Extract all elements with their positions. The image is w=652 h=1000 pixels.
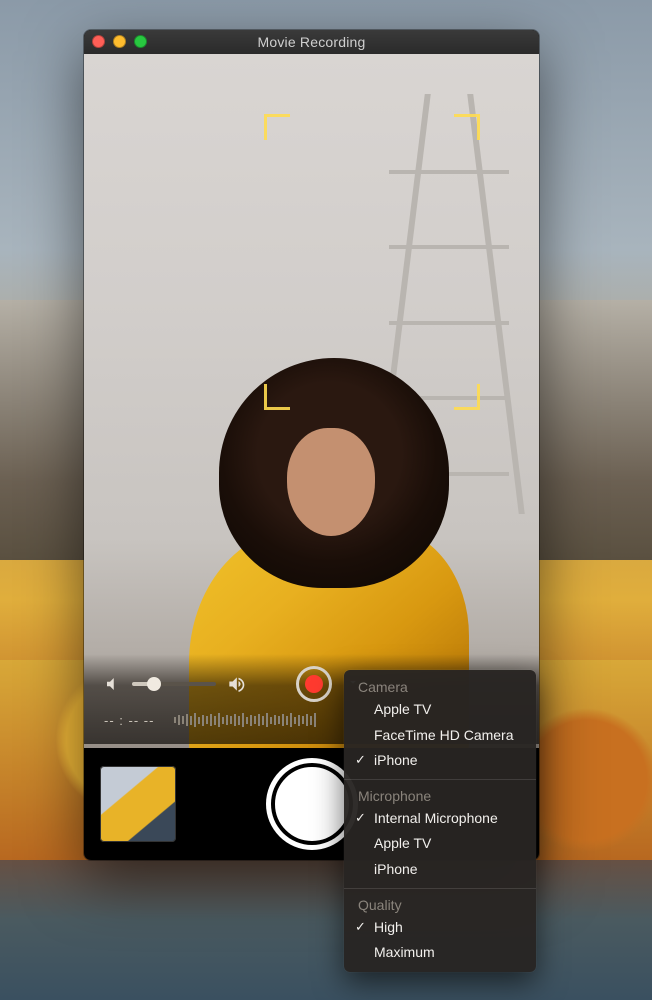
focus-bracket-icon (454, 114, 480, 140)
record-button[interactable] (296, 666, 332, 702)
menu-item[interactable]: FaceTime HD Camera (344, 723, 536, 749)
window-traffic-lights (92, 35, 147, 48)
menu-item[interactable]: iPhone (344, 857, 536, 883)
volume-slider[interactable] (132, 682, 216, 686)
minimize-icon[interactable] (113, 35, 126, 48)
menu-item[interactable]: Apple TV (344, 831, 536, 857)
focus-bracket-icon (454, 384, 480, 410)
scene-subject (219, 358, 449, 588)
menu-section-label: Quality (344, 894, 536, 915)
volume-high-icon (226, 674, 246, 694)
close-icon[interactable] (92, 35, 105, 48)
menu-section-label: Microphone (344, 785, 536, 806)
focus-bracket-icon (264, 384, 290, 410)
last-photo-thumbnail[interactable] (100, 766, 176, 842)
menu-item[interactable]: Apple TV (344, 697, 536, 723)
menu-item[interactable]: iPhone (344, 748, 536, 774)
slider-thumb[interactable] (147, 677, 161, 691)
menu-item[interactable]: High (344, 915, 536, 941)
menu-section-label: Camera (344, 676, 536, 697)
recording-options-menu: CameraApple TVFaceTime HD CameraiPhoneMi… (344, 670, 536, 972)
menu-item[interactable]: Internal Microphone (344, 806, 536, 832)
device-shutter-button[interactable] (275, 767, 349, 841)
focus-bracket-icon (264, 114, 290, 140)
menu-item[interactable]: Maximum (344, 940, 536, 966)
menu-separator (344, 888, 536, 889)
menu-separator (344, 779, 536, 780)
window-title: Movie Recording (84, 34, 539, 50)
volume-low-icon (104, 675, 122, 693)
time-display: -- : -- -- (104, 713, 154, 728)
window-titlebar[interactable]: Movie Recording (84, 30, 539, 54)
zoom-icon[interactable] (134, 35, 147, 48)
record-icon (305, 675, 323, 693)
